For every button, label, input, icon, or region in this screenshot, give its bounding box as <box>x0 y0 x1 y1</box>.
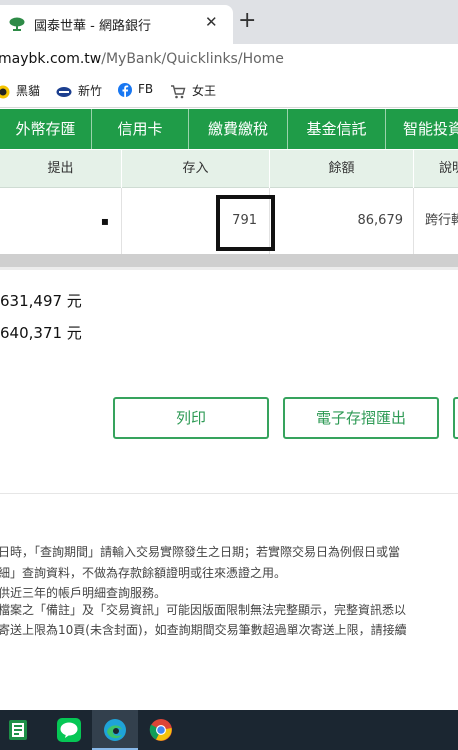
tree-icon <box>9 17 25 31</box>
taskbar-app[interactable] <box>138 710 184 750</box>
bookmark-label: FB <box>138 82 154 96</box>
logo-icon <box>56 86 72 97</box>
main-nav: 外幣存匯 信用卡 繳費繳稅 基金信託 智能投資 <box>0 109 458 149</box>
browser-tab-bar: 國泰世華 - 網路銀行 ✕ + <box>0 0 458 44</box>
bookmark-item[interactable]: FB <box>118 82 153 97</box>
bookmark-label: 新竹 <box>78 84 103 98</box>
nav-item-smart-invest[interactable]: 智能投資 <box>386 109 458 149</box>
note-line: 日時，「查詢期間」請輸入交易實際發生之日期；若實際交易日為例假日或當 <box>0 545 401 559</box>
section-divider <box>0 493 458 494</box>
note-line: 檔案之「備註」及「交易資訊」可能因版面限制無法完整顯示，完整資訊悉以 <box>0 603 407 617</box>
address-bar[interactable]: maybk.com.tw/MyBank/Quicklinks/Home <box>0 44 458 74</box>
nav-item-payments[interactable]: 繳費繳稅 <box>189 109 288 149</box>
bookmark-item[interactable]: 黑貓 <box>0 82 40 99</box>
facebook-icon <box>118 82 132 97</box>
scrollbar-track-edge <box>0 267 458 270</box>
print-button[interactable]: 列印 <box>113 397 269 439</box>
column-header-memo: 說明 <box>439 161 458 176</box>
taskbar-app[interactable] <box>46 710 92 750</box>
nav-item-funds[interactable]: 基金信託 <box>288 109 386 149</box>
highlight-box <box>216 195 275 251</box>
taskbar <box>0 710 458 750</box>
taskbar-app[interactable] <box>0 710 46 750</box>
column-header-balance: 餘額 <box>270 150 414 188</box>
close-tab-icon[interactable]: ✕ <box>205 13 218 31</box>
total-amount-withdraw: 631,497 元 <box>0 292 82 310</box>
nav-item-credit-card[interactable]: 信用卡 <box>92 109 189 149</box>
bookmarks-bar: 黑貓 新竹 FB 女王 <box>0 74 458 108</box>
line-icon <box>57 718 81 742</box>
cell-balance: 86,679 <box>270 188 414 254</box>
note-line: 細」查詢資料，不做為存款餘額證明或往來憑證之用。 <box>0 566 287 580</box>
overflow-button[interactable] <box>453 397 458 439</box>
cell-memo: 跨行轉 <box>425 213 458 228</box>
url-host: maybk.com.tw <box>0 51 102 67</box>
total-amount-deposit: 640,371 元 <box>0 324 82 342</box>
url-text[interactable]: maybk.com.tw/MyBank/Quicklinks/Home <box>0 51 284 67</box>
cart-icon <box>171 84 186 98</box>
edge-browser-icon <box>104 719 126 741</box>
url-path: /MyBank/Quicklinks/Home <box>101 51 284 67</box>
nav-item-foreign-currency[interactable]: 外幣存匯 <box>0 109 92 149</box>
column-header-withdraw: 提出 <box>0 150 122 188</box>
bookmark-label: 女王 <box>192 84 217 98</box>
browser-tab[interactable]: 國泰世華 - 網路銀行 ✕ <box>0 5 233 44</box>
table-header: 提出 存入 餘額 說明 <box>0 150 458 188</box>
cell-withdraw: ▪ <box>0 188 122 254</box>
tab-title: 國泰世華 - 網路銀行 <box>34 19 151 34</box>
new-tab-icon[interactable]: + <box>238 9 256 33</box>
cat-icon <box>0 85 10 98</box>
horizontal-scrollbar[interactable] <box>0 254 458 267</box>
spreadsheet-icon <box>9 720 27 740</box>
chrome-icon <box>149 719 172 741</box>
taskbar-app-active[interactable] <box>92 710 138 750</box>
bookmark-label: 黑貓 <box>16 84 41 98</box>
bookmark-item[interactable]: 新竹 <box>56 82 102 99</box>
export-passbook-button[interactable]: 電子存摺匯出 <box>283 397 439 439</box>
bookmark-item[interactable]: 女王 <box>170 82 216 99</box>
note-line: 寄送上限為10頁(未含封面)，如查詢期間交易筆數超過單次寄送上限，請接續 <box>0 623 407 637</box>
column-header-deposit: 存入 <box>122 150 270 188</box>
note-line: 供近三年的帳戶明細查詢服務。 <box>0 586 167 600</box>
